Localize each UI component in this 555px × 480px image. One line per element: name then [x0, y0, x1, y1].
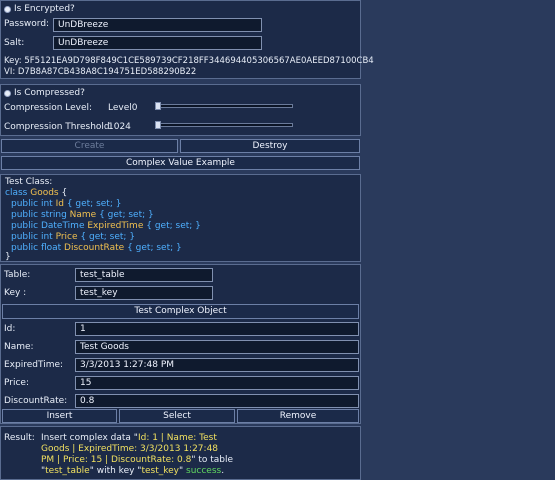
result-panel: Result: Insert complex data "Id: 1 | Nam… — [0, 426, 361, 480]
result-text: " with key " — [89, 466, 142, 476]
password-field[interactable]: UnDBreeze — [53, 18, 262, 32]
property-line: public int Id { get; set; } — [11, 199, 121, 210]
result-line: Goods | ExpiredTime: 3/3/2013 1:27:48 — [41, 444, 219, 454]
property-line: public float DiscountRate { get; set; } — [11, 243, 182, 254]
result-text: Insert complex data " — [41, 433, 138, 443]
discount-rate-label: DiscountRate: — [4, 396, 68, 406]
close-brace: } — [5, 252, 11, 262]
discount-rate-field[interactable]: 0.8 — [75, 394, 359, 408]
vi-readout: VI: D7B8A87CB438A8C194751ED588290B22 — [4, 67, 197, 77]
compression-level-label: Compression Level: — [4, 103, 93, 113]
test-class-title: Test Class: — [5, 177, 53, 187]
property-modifiers: public int — [11, 199, 53, 209]
is-encrypted-toggle[interactable]: Is Encrypted? — [4, 4, 75, 14]
result-line: PM | Price: 15 | DiscountRate: 0.8" to t… — [41, 455, 359, 466]
name-label: Name: — [4, 342, 34, 352]
name-field[interactable]: Test Goods — [75, 340, 359, 354]
result-highlight: test_table — [45, 466, 90, 476]
result-highlight: PM | Price: 15 | DiscountRate: 0.8 — [41, 455, 192, 465]
class-declaration: class Goods { — [5, 188, 67, 199]
key-readout: Key: 5F5121EA9D798F849C1CE589739CF218FF3… — [4, 56, 374, 66]
is-encrypted-label: Is Encrypted? — [14, 4, 75, 14]
test-class-panel: Test Class: class Goods { public int Id … — [0, 174, 361, 262]
property-line: public int Price { get; set; } — [11, 232, 135, 243]
result-text: . — [221, 466, 225, 476]
radio-icon — [4, 89, 11, 97]
property-line: public string Name { get; set; } — [11, 210, 154, 221]
key-field[interactable]: test_key — [75, 286, 213, 300]
property-name: Price — [55, 232, 78, 242]
compression-level-slider[interactable] — [156, 104, 293, 108]
property-name: Name — [69, 210, 97, 220]
complex-value-example-header: Complex Value Example — [1, 156, 360, 170]
property-accessors: { get; set; } — [146, 221, 201, 231]
compression-level-value: Level0 — [108, 103, 138, 113]
open-brace: { — [61, 188, 68, 198]
property-accessors: { get; set; } — [66, 199, 122, 209]
remove-button[interactable]: Remove — [237, 409, 359, 423]
key-label: Key : — [4, 288, 27, 298]
select-button[interactable]: Select — [119, 409, 235, 423]
property-line: public DateTime ExpiredTime { get; set; … — [11, 221, 201, 232]
result-label: Result: — [4, 433, 35, 443]
compression-level-slider-knob[interactable] — [155, 102, 161, 110]
result-message: Insert complex data "Id: 1 | Name: Test … — [41, 433, 359, 477]
property-modifiers: public DateTime — [11, 221, 85, 231]
password-label: Password: — [4, 19, 50, 29]
property-accessors: { get; set; } — [99, 210, 154, 220]
salt-field[interactable]: UnDBreeze — [53, 36, 262, 50]
compression-threshold-slider[interactable] — [156, 123, 293, 127]
property-modifiers: public int — [11, 232, 53, 242]
property-modifiers: public float — [11, 243, 62, 253]
result-text: " — [178, 466, 186, 476]
encryption-panel: Is Encrypted? Password: UnDBreeze Salt: … — [0, 0, 374, 79]
property-accessors: { get; set; } — [80, 232, 136, 242]
property-name: Id — [55, 199, 64, 209]
result-text: " to table — [191, 455, 234, 465]
property-name: DiscountRate — [64, 243, 125, 253]
property-modifiers: public string — [11, 210, 67, 220]
property-accessors: { get; set; } — [127, 243, 182, 253]
id-field[interactable]: 1 — [75, 322, 359, 336]
compression-threshold-value: 1024 — [108, 122, 131, 132]
table-field[interactable]: test_table — [75, 268, 213, 282]
is-compressed-label: Is Compressed? — [14, 88, 85, 98]
complex-object-panel: Table: test_table Key : test_key Test Co… — [0, 264, 361, 424]
table-label: Table: — [4, 270, 31, 280]
destroy-button[interactable]: Destroy — [180, 139, 360, 153]
result-highlight: Id: 1 | Name: Test — [137, 433, 217, 443]
property-name: ExpiredTime — [87, 221, 144, 231]
class-name: Goods — [30, 188, 59, 198]
test-complex-object-button[interactable]: Test Complex Object — [2, 304, 359, 319]
result-line: "test_table" with key "test_key" success… — [41, 466, 359, 477]
compression-panel: Is Compressed? Compression Level: Level0… — [0, 84, 361, 136]
price-field[interactable]: 15 — [75, 376, 359, 390]
expired-time-field[interactable]: 3/3/2013 1:27:48 PM — [75, 358, 359, 372]
radio-icon — [4, 5, 11, 13]
compression-threshold-label: Compression Threshold: — [4, 122, 113, 132]
result-success: success — [186, 466, 222, 476]
is-compressed-toggle[interactable]: Is Compressed? — [4, 88, 85, 98]
salt-label: Salt: — [4, 38, 25, 48]
compression-threshold-slider-knob[interactable] — [155, 121, 161, 129]
id-label: Id: — [4, 324, 16, 334]
create-button[interactable]: Create — [1, 139, 178, 153]
expired-time-label: ExpiredTime: — [4, 360, 64, 370]
insert-button[interactable]: Insert — [2, 409, 117, 423]
price-label: Price: — [4, 378, 29, 388]
result-line: Insert complex data "Id: 1 | Name: Test — [41, 433, 359, 444]
class-keyword: class — [5, 188, 28, 198]
result-highlight: test_key — [141, 466, 179, 476]
